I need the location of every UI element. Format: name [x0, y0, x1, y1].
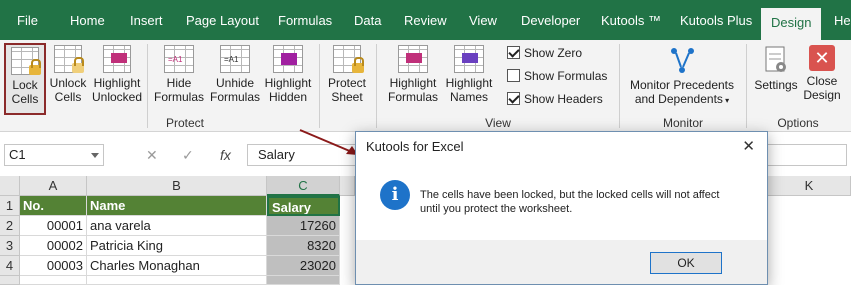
cell-b2[interactable]: ana varela [87, 216, 267, 236]
ribbon-separator [376, 44, 377, 128]
tab-review[interactable]: Review [404, 0, 447, 40]
group-label-monitor: Monitor [662, 116, 703, 130]
ribbon-separator [319, 44, 320, 128]
ribbon-tab-bar: File Home Insert Page Layout Formulas Da… [0, 0, 851, 40]
info-icon: i [380, 180, 410, 210]
group-label-protect: Protect [165, 116, 204, 130]
show-headers-checkbox[interactable]: Show Headers [507, 92, 603, 106]
highlight-names-icon [454, 45, 484, 73]
protect-sheet-button[interactable]: Protect Sheet [324, 43, 370, 115]
cell-a5[interactable] [20, 276, 87, 285]
cell-b3[interactable]: Patricia King [87, 236, 267, 256]
protect-sheet-icon [333, 45, 364, 73]
dialog-message: The cells have been locked, but the lock… [420, 189, 720, 215]
row-header-1[interactable]: 1 [0, 196, 20, 216]
show-zero-checkbox[interactable]: Show Zero [507, 46, 582, 60]
column-header-b[interactable]: B [87, 176, 267, 196]
tab-kutools[interactable]: Kutools ™ [601, 0, 661, 40]
group-label-view: View [485, 116, 511, 130]
settings-button[interactable]: Settings [752, 43, 800, 115]
hide-formulas-button[interactable]: =A1 Hide Formulas [152, 43, 206, 115]
row-header-3[interactable]: 3 [0, 236, 20, 256]
cell-b1[interactable]: Name [87, 196, 267, 216]
formula-buttons: ✕ ✓ fx [132, 144, 240, 166]
select-all-corner[interactable] [0, 176, 20, 196]
insert-function-icon[interactable]: fx [220, 144, 231, 166]
unlock-cells-button[interactable]: Unlock Cells [48, 43, 88, 115]
close-icon: ✕ [809, 45, 835, 71]
highlight-hidden-button[interactable]: Highlight Hidden [262, 43, 314, 115]
cell-c5[interactable] [267, 276, 340, 285]
cell-b5[interactable] [87, 276, 267, 285]
close-icon[interactable]: ✕ [742, 132, 755, 162]
cell-a4[interactable]: 00003 [20, 256, 87, 276]
dialog-title: Kutools for Excel [366, 139, 464, 154]
tab-home[interactable]: Home [70, 0, 105, 40]
hide-formulas-icon: =A1 [164, 45, 194, 73]
column-header-c[interactable]: C [267, 176, 340, 196]
tab-insert[interactable]: Insert [130, 0, 163, 40]
dialog-body: i The cells have been locked, but the lo… [356, 162, 767, 240]
group-label-options: Options [777, 116, 819, 130]
tab-data[interactable]: Data [354, 0, 381, 40]
highlight-unlocked-button[interactable]: Highlight Unlocked [89, 43, 145, 115]
column-header-k[interactable]: K [768, 176, 851, 196]
dialog-title-bar: Kutools for Excel ✕ [356, 132, 767, 162]
highlight-hidden-icon [273, 45, 303, 73]
close-design-button[interactable]: ✕ Close Design [801, 43, 843, 115]
dialog-footer: OK [356, 240, 767, 284]
ok-button[interactable]: OK [650, 252, 722, 274]
kutools-dialog: Kutools for Excel ✕ i The cells have bee… [355, 131, 768, 285]
cell-c1[interactable]: Salary [267, 196, 340, 216]
checkbox-checked-icon [507, 46, 520, 59]
lock-cells-button[interactable]: Lock Cells [4, 43, 46, 115]
name-box[interactable]: C1 [4, 144, 104, 166]
unhide-formulas-button[interactable]: =A1 Unhide Formulas [208, 43, 262, 115]
chevron-down-icon[interactable] [91, 153, 99, 158]
column-header-a[interactable]: A [20, 176, 87, 196]
checkbox-checked-icon [507, 92, 520, 105]
row-header-5[interactable] [0, 276, 20, 285]
tab-formulas[interactable]: Formulas [278, 0, 332, 40]
pointer-arrow-icon [299, 129, 358, 155]
checkbox-unchecked-icon [507, 69, 520, 82]
unlock-cells-icon [54, 45, 84, 73]
tab-view[interactable]: View [469, 0, 497, 40]
settings-icon [763, 45, 789, 75]
column-header-partial [340, 176, 355, 196]
chevron-down-icon: ▾ [722, 96, 730, 105]
tab-design[interactable]: Design [761, 8, 822, 40]
enter-icon[interactable]: ✓ [182, 144, 194, 166]
ribbon-separator [619, 44, 620, 128]
tab-kutools-plus[interactable]: Kutools Plus [680, 0, 752, 40]
cell-b4[interactable]: Charles Monaghan [87, 256, 267, 276]
row-header-4[interactable]: 4 [0, 256, 20, 276]
cell-c3[interactable]: 8320 [267, 236, 340, 256]
ribbon-separator [746, 44, 747, 128]
monitor-precedents-icon [667, 45, 697, 75]
show-formulas-checkbox[interactable]: Show Formulas [507, 69, 607, 83]
tab-help[interactable]: He [834, 0, 851, 40]
cancel-icon[interactable]: ✕ [146, 144, 158, 166]
tab-file[interactable]: File [17, 0, 38, 40]
unhide-formulas-icon: =A1 [220, 45, 250, 73]
cell-a2[interactable]: 00001 [20, 216, 87, 236]
cell-c4[interactable]: 23020 [267, 256, 340, 276]
highlight-unlocked-icon [103, 45, 131, 73]
cell-c2[interactable]: 17260 [267, 216, 340, 236]
highlight-names-button[interactable]: Highlight Names [442, 43, 496, 115]
cell-a1[interactable]: No. [20, 196, 87, 216]
highlight-formulas-button[interactable]: Highlight Formulas [385, 43, 441, 115]
lock-cells-icon [11, 47, 41, 75]
row-header-2[interactable]: 2 [0, 216, 20, 236]
ribbon: Lock Cells Unlock Cells Highlight Unlock… [0, 40, 851, 132]
tab-page-layout[interactable]: Page Layout [186, 0, 259, 40]
cell-a3[interactable]: 00002 [20, 236, 87, 256]
monitor-precedents-button[interactable]: Monitor Precedents and Dependents ▾ [626, 43, 738, 115]
ribbon-separator [147, 44, 148, 128]
highlight-formulas-icon [398, 45, 428, 73]
tab-developer[interactable]: Developer [521, 0, 580, 40]
